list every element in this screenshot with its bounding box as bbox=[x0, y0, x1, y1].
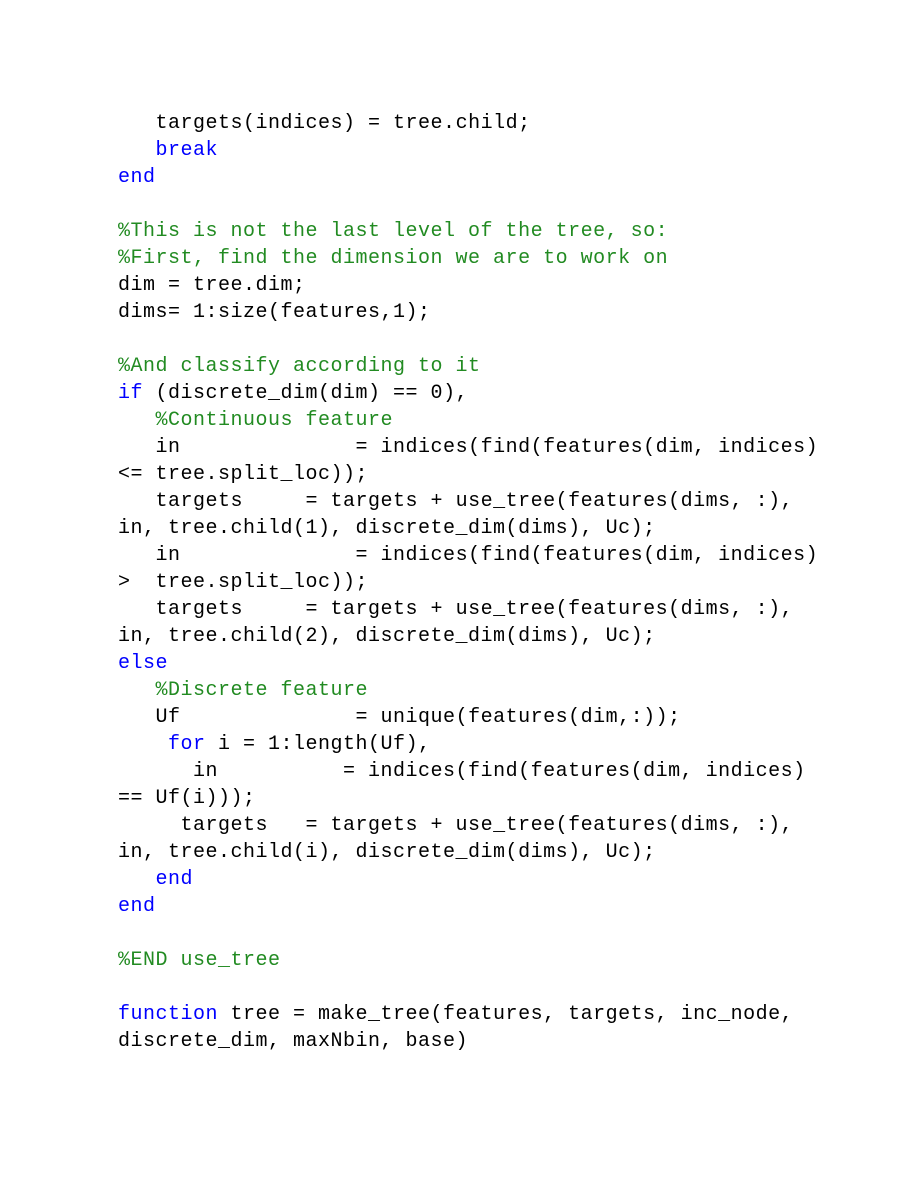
code-text: Uf = unique(features(dim,:)); bbox=[118, 706, 681, 729]
code-line: targets = targets + use_tree(features(di… bbox=[118, 596, 830, 650]
keyword: end bbox=[118, 166, 156, 189]
code-line: in = indices(find(features(dim, indices)… bbox=[118, 434, 830, 488]
code-text: dims= 1:size(features,1); bbox=[118, 301, 431, 324]
comment: %And classify according to it bbox=[118, 355, 481, 378]
code-text bbox=[118, 922, 131, 945]
keyword: end bbox=[118, 895, 156, 918]
code-line: end bbox=[118, 893, 830, 920]
code-text bbox=[118, 409, 156, 432]
code-line: break bbox=[118, 137, 830, 164]
code-text: targets = targets + use_tree(features(di… bbox=[118, 814, 806, 864]
code-line: %Discrete feature bbox=[118, 677, 830, 704]
comment: %First, find the dimension we are to wor… bbox=[118, 247, 668, 270]
code-line bbox=[118, 326, 830, 353]
code-line bbox=[118, 974, 830, 1001]
code-line: else bbox=[118, 650, 830, 677]
code-text: targets = targets + use_tree(features(di… bbox=[118, 598, 806, 648]
code-line: function tree = make_tree(features, targ… bbox=[118, 1001, 830, 1055]
code-text: dim = tree.dim; bbox=[118, 274, 306, 297]
code-line: targets = targets + use_tree(features(di… bbox=[118, 812, 830, 866]
comment: %Discrete feature bbox=[156, 679, 369, 702]
code-text: in = indices(find(features(dim, indices)… bbox=[118, 436, 831, 486]
code-text bbox=[118, 679, 156, 702]
code-line: targets(indices) = tree.child; bbox=[118, 110, 830, 137]
code-text: targets(indices) = tree.child; bbox=[118, 112, 531, 135]
code-line: dim = tree.dim; bbox=[118, 272, 830, 299]
code-line: dims= 1:size(features,1); bbox=[118, 299, 830, 326]
comment: %This is not the last level of the tree,… bbox=[118, 220, 668, 243]
code-line: for i = 1:length(Uf), bbox=[118, 731, 830, 758]
code-line: %This is not the last level of the tree,… bbox=[118, 218, 830, 245]
code-line: %END use_tree bbox=[118, 947, 830, 974]
code-page: targets(indices) = tree.child; breakend … bbox=[0, 0, 920, 1115]
code-text bbox=[118, 193, 131, 216]
code-text: (discrete_dim(dim) == 0), bbox=[143, 382, 468, 405]
code-line: end bbox=[118, 866, 830, 893]
keyword: if bbox=[118, 382, 143, 405]
code-line: in = indices(find(features(dim, indices)… bbox=[118, 542, 830, 596]
code-text bbox=[118, 733, 168, 756]
code-text: i = 1:length(Uf), bbox=[206, 733, 431, 756]
code-line: %Continuous feature bbox=[118, 407, 830, 434]
comment: %Continuous feature bbox=[156, 409, 394, 432]
code-line: %And classify according to it bbox=[118, 353, 830, 380]
keyword: end bbox=[156, 868, 194, 891]
code-text bbox=[118, 139, 156, 162]
code-text: in = indices(find(features(dim, indices)… bbox=[118, 760, 818, 810]
code-line: in = indices(find(features(dim, indices)… bbox=[118, 758, 830, 812]
code-line bbox=[118, 920, 830, 947]
code-text: in = indices(find(features(dim, indices)… bbox=[118, 544, 831, 594]
code-text: tree = make_tree(features, targets, inc_… bbox=[118, 1003, 806, 1053]
code-text bbox=[118, 868, 156, 891]
code-text bbox=[118, 328, 131, 351]
code-line bbox=[118, 191, 830, 218]
keyword: break bbox=[156, 139, 219, 162]
code-text: targets = targets + use_tree(features(di… bbox=[118, 490, 806, 540]
comment: %END use_tree bbox=[118, 949, 281, 972]
code-line: targets = targets + use_tree(features(di… bbox=[118, 488, 830, 542]
code-line: if (discrete_dim(dim) == 0), bbox=[118, 380, 830, 407]
code-text bbox=[118, 976, 131, 999]
code-line: end bbox=[118, 164, 830, 191]
code-line: Uf = unique(features(dim,:)); bbox=[118, 704, 830, 731]
keyword: for bbox=[168, 733, 206, 756]
keyword: else bbox=[118, 652, 168, 675]
keyword: function bbox=[118, 1003, 218, 1026]
code-line: %First, find the dimension we are to wor… bbox=[118, 245, 830, 272]
